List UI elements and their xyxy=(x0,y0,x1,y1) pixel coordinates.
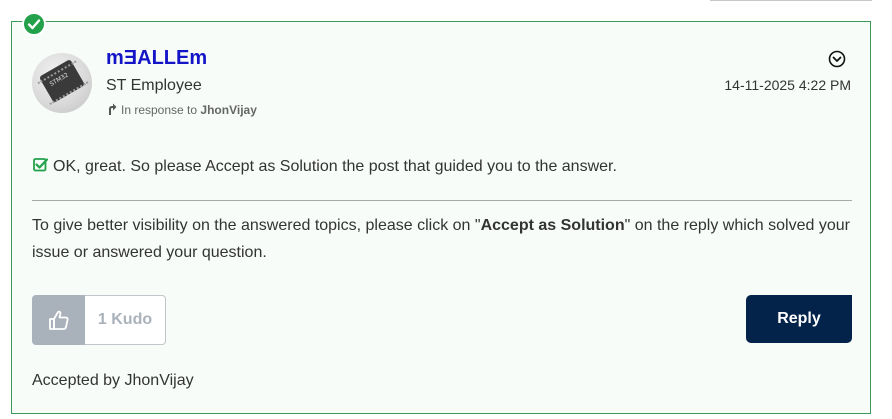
reply-button[interactable]: Reply xyxy=(746,295,852,343)
in-response-prefix: In response to xyxy=(121,103,198,117)
in-response-link[interactable]: In response to JhonVijay xyxy=(107,103,257,117)
kudo-button[interactable] xyxy=(32,295,85,345)
in-response-user[interactable]: JhonVijay xyxy=(200,103,256,117)
author-role: ST Employee xyxy=(106,77,202,94)
top-divider xyxy=(710,0,872,1)
para-bold: Accept as Solution xyxy=(480,217,625,234)
message-text: OK, great. So please Accept as Solution … xyxy=(53,158,617,175)
post-timestamp: 14-11-2025 4:22 PM xyxy=(724,77,851,93)
para-text-1: To give better visibility on the answere… xyxy=(32,217,481,234)
kudo-control: 1 Kudo xyxy=(32,295,166,345)
chip-image: STM32 xyxy=(38,59,86,103)
reply-arrow-icon xyxy=(109,103,117,115)
post-message: OK, great. So please Accept as Solution … xyxy=(33,157,617,176)
thumbs-up-icon xyxy=(48,310,69,330)
content-divider xyxy=(32,200,852,201)
options-chevron-icon[interactable] xyxy=(828,50,846,68)
accepted-by: Accepted by JhonVijay xyxy=(32,372,194,389)
solved-check-icon xyxy=(22,12,46,36)
avatar[interactable]: STM32 xyxy=(32,53,92,113)
signature-paragraph: To give better visibility on the answere… xyxy=(32,212,857,266)
author-name[interactable]: mƎALLEm xyxy=(106,47,207,70)
kudo-count[interactable]: 1 Kudo xyxy=(85,295,166,345)
checkbox-check-icon xyxy=(33,158,48,172)
